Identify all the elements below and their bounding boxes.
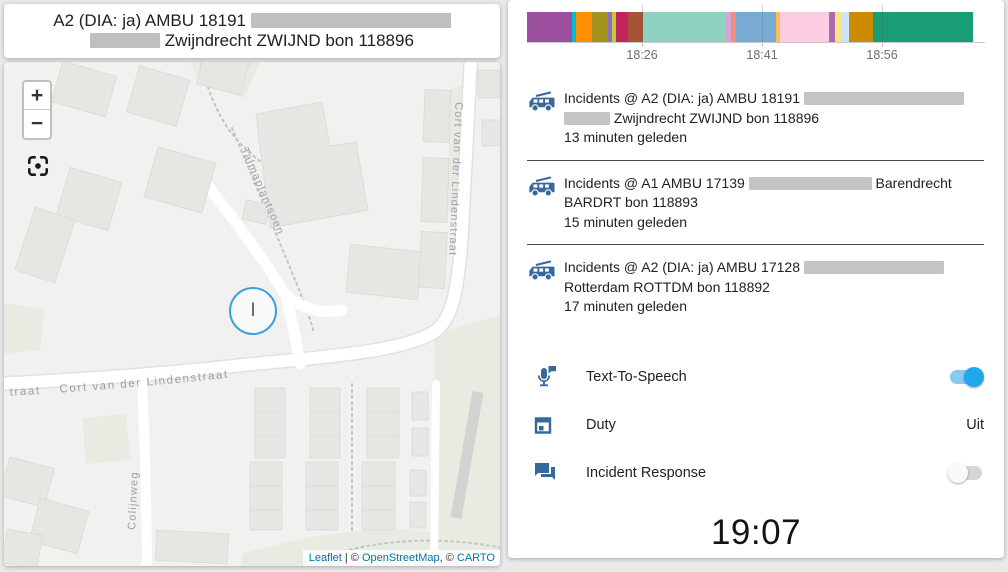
attribution-separator: | © [342,552,362,564]
timeline-tick [642,43,643,47]
incident-list: Incidents @ A2 (DIA: ja) AMBU 18191 Zwij… [508,76,1004,329]
header-line2: Zwijndrecht ZWIJND bon 118896 [165,31,414,50]
incident-text: Incidents @ A2 (DIA: ja) AMBU 17128 Rott… [564,258,984,297]
locate-button[interactable] [26,154,50,178]
voice-mic-icon [533,366,559,388]
incident-response-row[interactable]: Incident Response [508,449,1004,497]
duty-value: Uit [966,417,984,433]
crosshair-icon [26,154,50,178]
timeline-gridline [642,5,643,42]
zoom-in-button[interactable]: + [24,82,50,110]
redacted-text [804,261,944,274]
timeline-bar[interactable] [527,12,973,42]
incident-text: Incidents @ A1 AMBU 17139 Barendrecht BA… [564,174,984,213]
header-line1: A2 (DIA: ja) AMBU 18191 [53,11,246,30]
calendar-icon [533,415,559,435]
incident-timestamp: 17 minuten geleden [564,297,984,317]
fire-truck-icon [527,175,557,198]
timeline-gridline [882,5,883,42]
timeline-segment[interactable] [736,12,776,42]
street-label: traat [9,385,41,399]
map-attribution: Leaflet | © OpenStreetMap, © CARTO [303,550,500,566]
fire-truck-icon [527,90,557,113]
timeline-tick-label: 18:41 [746,48,777,62]
incident-item[interactable]: Incidents @ A2 (DIA: ja) AMBU 18191 Zwij… [527,76,984,161]
incident-item[interactable]: Incidents @ A2 (DIA: ja) AMBU 17128 Rott… [527,245,984,329]
attribution-separator: , © [440,552,457,564]
map-zoom-control: + − [22,80,52,140]
leaflet-link[interactable]: Leaflet [309,552,342,564]
timeline-segment[interactable] [780,12,829,42]
redacted-text [749,177,872,190]
openstreetmap-link[interactable]: OpenStreetMap [362,552,440,564]
timeline-tick-label: 18:56 [866,48,897,62]
timeline-segment[interactable] [527,12,572,42]
toggle-thumb [964,367,984,387]
zoom-out-button[interactable]: − [24,110,50,138]
incident-timestamp: 13 minuten geleden [564,128,984,148]
timeline-segment[interactable] [576,12,592,42]
timeline-gridline [762,5,763,42]
map-marker-label: I [250,300,255,322]
timeline-segment[interactable] [616,12,628,42]
fire-truck-icon [527,259,557,282]
redacted-text [804,92,964,105]
incident-sidebar: 18:26 18:41 18:56 Incidents @ A2 (DIA: ja)… [508,0,1004,558]
duty-row[interactable]: Duty Uit [508,401,1004,449]
map-panel[interactable]: traat Cort van der Lindenstraat Cort van… [4,62,500,566]
text-to-speech-label: Text-To-Speech [586,369,948,385]
timeline-segment[interactable] [643,12,726,42]
timeline-segment[interactable] [849,12,873,42]
redacted-text [90,33,160,48]
timeline-axis-area: 18:26 18:41 18:56 [527,43,973,68]
incident-response-label: Incident Response [586,465,948,481]
map-marker[interactable]: I [229,287,277,335]
timeline-tick-label: 18:26 [626,48,657,62]
timeline-tick [882,43,883,47]
text-to-speech-toggle[interactable] [948,367,984,387]
incident-response-toggle[interactable] [948,463,984,483]
forum-chat-icon [533,463,559,483]
settings-list: Text-To-Speech Duty Uit [508,353,1004,497]
duty-label: Duty [586,417,966,433]
toggle-thumb [948,463,968,483]
timeline-segment[interactable] [592,12,608,42]
clock-display: 19:07 [508,513,1004,553]
timeline-tick [762,43,763,47]
timeline-chart[interactable]: 18:26 18:41 18:56 [527,12,973,68]
timeline-segment[interactable] [873,12,973,42]
timeline-bar-area[interactable] [527,12,973,42]
incident-text: Incidents @ A2 (DIA: ja) AMBU 18191 Zwij… [564,89,984,128]
active-incident-header: A2 (DIA: ja) AMBU 18191 Zwijndrecht ZWIJ… [4,4,500,58]
text-to-speech-row[interactable]: Text-To-Speech [508,353,1004,401]
timeline-segment[interactable] [628,12,643,42]
incident-item[interactable]: Incidents @ A1 AMBU 17139 Barendrecht BA… [527,161,984,246]
carto-link[interactable]: CARTO [457,552,495,564]
redacted-text [251,13,451,28]
incident-timestamp: 15 minuten geleden [564,213,984,233]
timeline-segment[interactable] [841,12,849,42]
redacted-text [564,112,610,125]
